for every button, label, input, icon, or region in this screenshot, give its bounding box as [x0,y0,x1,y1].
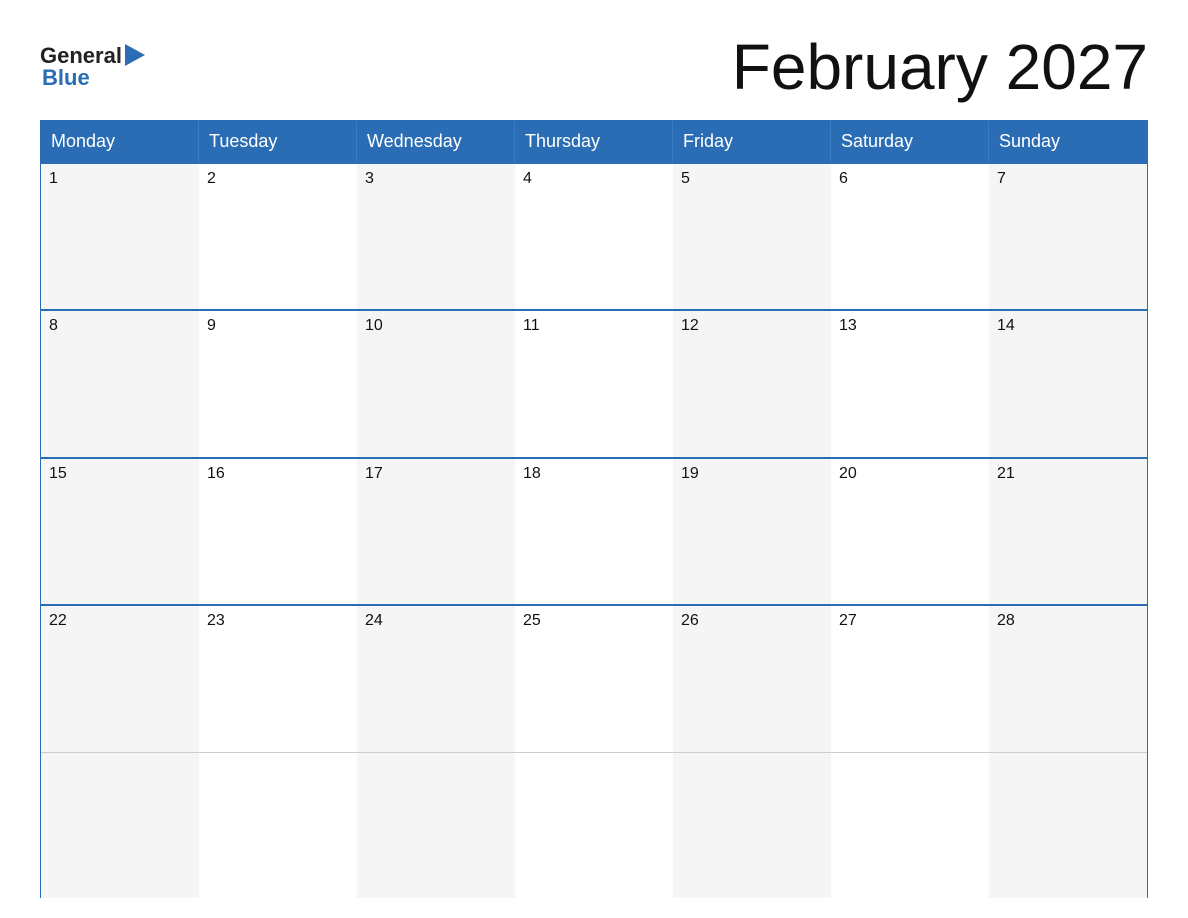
day-number: 20 [839,465,857,482]
week-row-2: 8 9 10 11 12 13 14 [41,309,1147,456]
day-number: 5 [681,170,690,187]
day-number: 6 [839,170,848,187]
day-number: 4 [523,170,532,187]
week-row-1: 1 2 3 4 5 6 7 [41,162,1147,309]
day-number: 19 [681,465,699,482]
day-number: 11 [523,317,540,334]
day-header-monday: Monday [41,121,199,162]
day-cell-6: 6 [831,164,989,309]
day-number: 16 [207,465,225,482]
month-title: February 2027 [732,30,1148,104]
day-number: 2 [207,170,216,187]
day-cell-27: 27 [831,606,989,751]
header: General Blue February 2027 [40,30,1148,104]
day-cell-15: 15 [41,459,199,604]
day-cell-23: 23 [199,606,357,751]
day-cell-25: 25 [515,606,673,751]
day-cell-empty-2 [199,753,357,898]
day-header-thursday: Thursday [515,121,673,162]
day-number: 13 [839,317,857,334]
day-header-saturday: Saturday [831,121,989,162]
day-cell-16: 16 [199,459,357,604]
day-header-tuesday: Tuesday [199,121,357,162]
day-cell-17: 17 [357,459,515,604]
day-cell-2: 2 [199,164,357,309]
day-cell-5: 5 [673,164,831,309]
logo-arrow-icon [125,44,145,66]
day-cell-14: 14 [989,311,1147,456]
day-cell-10: 10 [357,311,515,456]
calendar: Monday Tuesday Wednesday Thursday Friday… [40,120,1148,898]
week-row-3: 15 16 17 18 19 20 21 [41,457,1147,604]
day-cell-11: 11 [515,311,673,456]
day-number: 7 [997,170,1006,187]
week-row-4: 22 23 24 25 26 27 28 [41,604,1147,751]
day-number: 10 [365,317,383,334]
day-cell-26: 26 [673,606,831,751]
day-number: 9 [207,317,216,334]
day-number: 25 [523,612,541,629]
day-number: 18 [523,465,541,482]
day-cell-20: 20 [831,459,989,604]
logo-blue-text: Blue [42,65,90,91]
week-row-empty [41,752,1147,898]
day-cell-empty-4 [515,753,673,898]
day-number: 12 [681,317,699,334]
day-cell-9: 9 [199,311,357,456]
day-number: 26 [681,612,699,629]
day-number: 14 [997,317,1015,334]
day-header-wednesday: Wednesday [357,121,515,162]
day-number: 15 [49,465,67,482]
day-cell-empty-6 [831,753,989,898]
day-number: 3 [365,170,374,187]
day-cell-empty-1 [41,753,199,898]
day-number: 24 [365,612,383,629]
day-cell-13: 13 [831,311,989,456]
day-cell-3: 3 [357,164,515,309]
day-number: 21 [997,465,1015,482]
day-cell-7: 7 [989,164,1147,309]
day-cell-12: 12 [673,311,831,456]
day-cell-19: 19 [673,459,831,604]
day-cell-22: 22 [41,606,199,751]
logo: General Blue [40,43,145,91]
day-cell-24: 24 [357,606,515,751]
day-number: 8 [49,317,58,334]
logo-blue-line: Blue [40,65,90,91]
day-cell-empty-3 [357,753,515,898]
day-number: 1 [49,170,58,187]
day-number: 27 [839,612,857,629]
day-cell-8: 8 [41,311,199,456]
day-cell-1: 1 [41,164,199,309]
page: General Blue February 2027 Monday Tuesda… [0,0,1188,918]
day-number: 17 [365,465,383,482]
weeks-container: 1 2 3 4 5 6 7 8 9 10 11 12 13 14 15 16 [41,162,1147,898]
day-header-friday: Friday [673,121,831,162]
day-cell-4: 4 [515,164,673,309]
day-number: 22 [49,612,67,629]
day-cell-28: 28 [989,606,1147,751]
day-cell-18: 18 [515,459,673,604]
day-cell-empty-5 [673,753,831,898]
day-headers: Monday Tuesday Wednesday Thursday Friday… [41,121,1147,162]
day-number: 28 [997,612,1015,629]
day-cell-21: 21 [989,459,1147,604]
day-cell-empty-7 [989,753,1147,898]
day-number: 23 [207,612,225,629]
day-header-sunday: Sunday [989,121,1147,162]
